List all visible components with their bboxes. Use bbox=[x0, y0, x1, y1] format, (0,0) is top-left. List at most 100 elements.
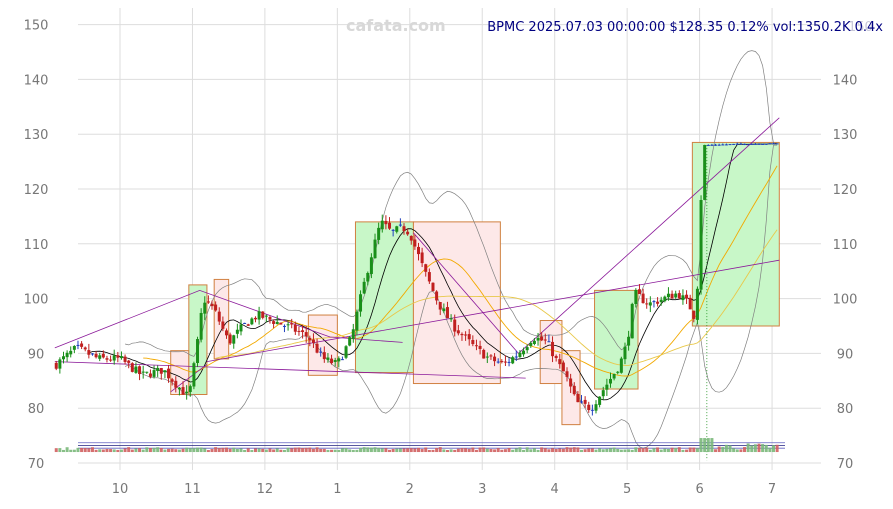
candle-body bbox=[232, 335, 236, 344]
volume-bar bbox=[243, 449, 247, 453]
candle-body bbox=[656, 301, 660, 304]
y-tick-label-right: 70 bbox=[837, 457, 854, 472]
candle-body bbox=[474, 345, 478, 347]
candle-body bbox=[652, 301, 656, 303]
candle-body bbox=[464, 334, 468, 336]
volume-bar bbox=[177, 449, 181, 453]
volume-bar bbox=[333, 449, 337, 453]
candle-body bbox=[598, 396, 602, 405]
candle-body bbox=[438, 301, 442, 310]
volume-bar bbox=[608, 448, 612, 453]
x-tick-label: 6 bbox=[695, 482, 703, 497]
candle-body bbox=[511, 357, 515, 364]
volume-bar bbox=[594, 449, 598, 453]
candle-body bbox=[282, 325, 286, 327]
y-tick-label-left: 150 bbox=[24, 19, 49, 34]
volume-bar bbox=[232, 447, 236, 453]
candle-body bbox=[768, 143, 772, 145]
x-tick-label: 3 bbox=[478, 482, 486, 497]
candle-body bbox=[685, 294, 689, 299]
volume-bar bbox=[576, 447, 580, 453]
candle-body bbox=[304, 332, 308, 337]
candle-body bbox=[123, 356, 127, 362]
candle-body bbox=[605, 384, 609, 390]
volume-bar bbox=[699, 438, 703, 453]
volume-bar bbox=[627, 449, 631, 453]
candle-body bbox=[714, 144, 718, 146]
candle-body bbox=[645, 303, 649, 305]
volume-bar bbox=[297, 447, 301, 453]
candle-body bbox=[551, 341, 555, 357]
volume-bar bbox=[768, 447, 772, 453]
volume-bar bbox=[572, 447, 576, 453]
volume-bar bbox=[681, 449, 685, 453]
y-tick-label-left: 130 bbox=[24, 128, 49, 143]
candle-body bbox=[761, 143, 765, 145]
volume-bar bbox=[619, 449, 623, 453]
volume-bar bbox=[65, 447, 69, 453]
candle-body bbox=[540, 336, 544, 341]
candle-body bbox=[764, 143, 768, 145]
volume-bar bbox=[724, 444, 728, 453]
volume-bar bbox=[272, 449, 276, 453]
candle-body bbox=[239, 324, 243, 332]
x-tick-label: 12 bbox=[257, 482, 274, 497]
candle-body bbox=[547, 341, 551, 343]
volume-bar bbox=[344, 448, 348, 453]
volume-bar bbox=[134, 448, 138, 453]
volume-bar bbox=[637, 447, 641, 453]
volume-bar bbox=[148, 448, 152, 453]
candle-body bbox=[98, 355, 102, 359]
volume-bar bbox=[532, 448, 536, 453]
candle-body bbox=[119, 356, 123, 359]
candle-body bbox=[416, 246, 420, 255]
candle-body bbox=[319, 351, 323, 353]
volume-bar bbox=[612, 447, 616, 453]
volume-bar bbox=[214, 447, 218, 453]
volume-bar bbox=[525, 447, 529, 453]
candle-body bbox=[286, 324, 290, 326]
volume-bar bbox=[319, 448, 323, 453]
volume-bar bbox=[750, 445, 754, 453]
candle-body bbox=[402, 226, 406, 232]
candle-body bbox=[471, 340, 475, 345]
volume-bar bbox=[340, 448, 344, 453]
rise-box bbox=[354, 221, 414, 374]
volume-bar bbox=[503, 449, 507, 453]
candle-body bbox=[196, 339, 200, 363]
candle-body bbox=[529, 342, 533, 346]
volume-bar bbox=[514, 448, 518, 453]
volume-bar bbox=[388, 449, 392, 453]
volume-bar bbox=[688, 447, 692, 453]
candle-body bbox=[174, 380, 178, 388]
candle-body bbox=[453, 319, 457, 332]
candle-body bbox=[340, 359, 344, 361]
volume-bar bbox=[206, 450, 210, 453]
volume-bar bbox=[250, 450, 254, 453]
candle-body bbox=[290, 323, 294, 325]
volume-bar bbox=[739, 449, 743, 453]
volume-bar bbox=[290, 448, 294, 453]
candle-body bbox=[167, 368, 171, 379]
volume-bar bbox=[471, 447, 475, 453]
fall-box bbox=[213, 278, 230, 360]
candle-body bbox=[435, 291, 439, 301]
x-tick-label: 7 bbox=[768, 482, 776, 497]
candle-body bbox=[616, 371, 620, 373]
volume-bar bbox=[536, 449, 540, 453]
volume-bar bbox=[561, 448, 565, 453]
candle-body bbox=[663, 296, 667, 302]
volume-bar bbox=[123, 448, 127, 453]
volume-bar bbox=[587, 448, 591, 453]
candle-body bbox=[268, 316, 272, 320]
candle-body bbox=[706, 144, 710, 146]
candle-body bbox=[148, 373, 152, 377]
volume-bar bbox=[413, 448, 417, 453]
volume-bar bbox=[275, 448, 279, 453]
volume-bar bbox=[268, 448, 272, 453]
candle-body bbox=[221, 321, 225, 329]
candle-body bbox=[297, 330, 301, 332]
candle-body bbox=[688, 297, 692, 310]
candle-body bbox=[637, 289, 641, 295]
volume-bar bbox=[703, 438, 707, 453]
